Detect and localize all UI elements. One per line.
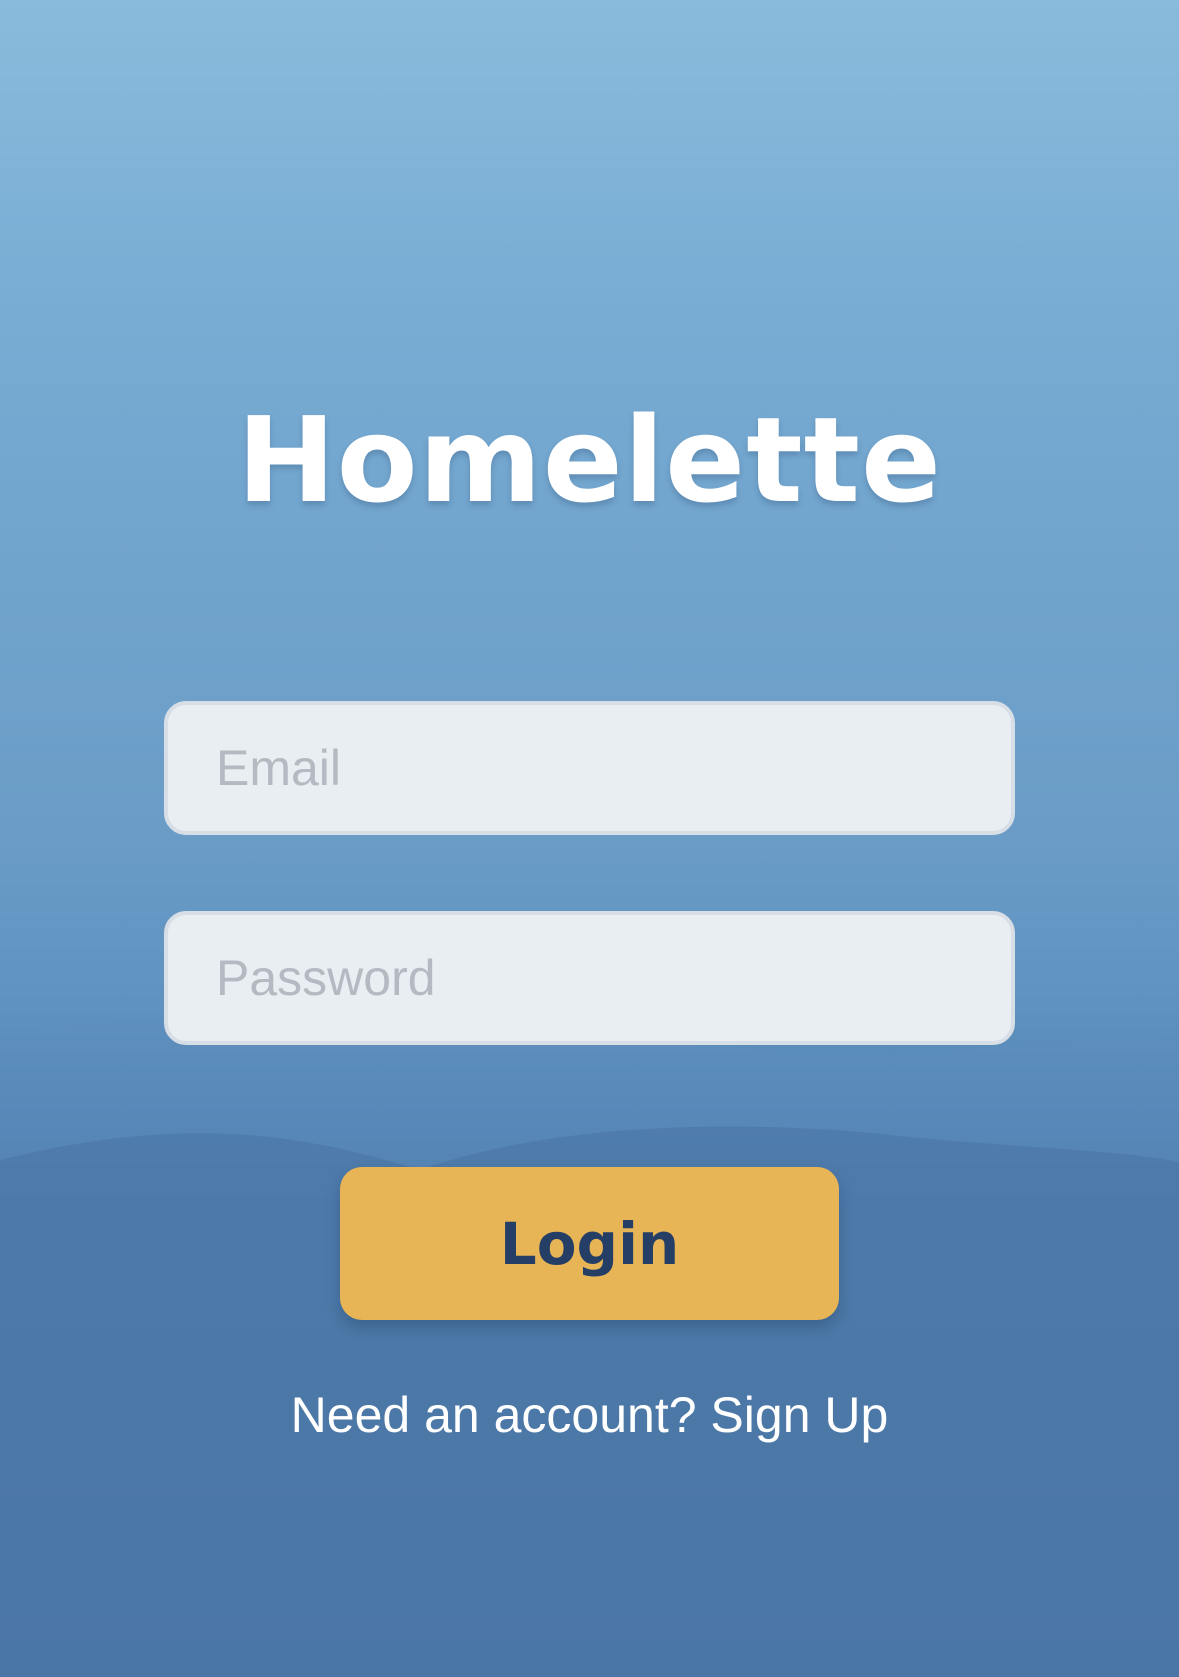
login-button[interactable]: Login <box>340 1167 839 1320</box>
app-title: Homelette <box>236 391 943 529</box>
password-field[interactable] <box>164 911 1015 1045</box>
signup-link[interactable]: Need an account? Sign Up <box>0 1386 1179 1444</box>
email-field[interactable] <box>164 701 1015 835</box>
